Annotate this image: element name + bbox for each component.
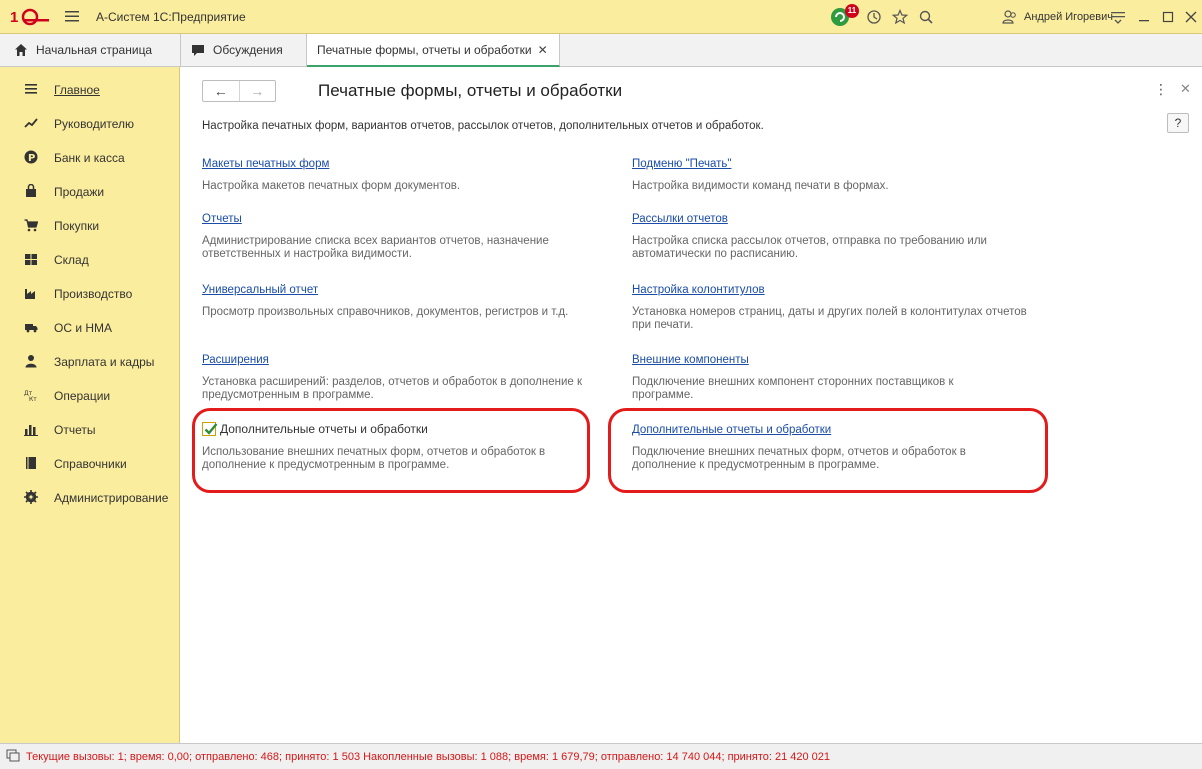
settings-menu-icon[interactable] (1110, 9, 1126, 25)
sidebar-item-warehouse[interactable]: Склад (0, 245, 180, 275)
desc-external-components: Подключение внешних компонент сторонних … (632, 376, 954, 401)
menu-icon (25, 84, 37, 94)
bag-icon (26, 184, 36, 197)
maximize-icon[interactable] (1160, 9, 1176, 25)
user-name[interactable]: Андрей Игоревич (1024, 11, 1113, 23)
home-icon (15, 44, 27, 56)
desc-reports: Администрирование списка всех вариантов … (202, 235, 549, 260)
desc-header-footer-settings: Установка номеров страниц, даты и других… (632, 306, 1027, 331)
chat-icon (192, 45, 204, 56)
page-title: Печатные формы, отчеты и обработки (318, 81, 623, 100)
performance-monitor-icon[interactable] (6, 749, 20, 763)
main-content: ← → Печатные формы, отчеты и обработки ⋮… (180, 67, 1202, 743)
sidebar-item-fixed-assets[interactable]: ОС и НМА (0, 313, 180, 343)
sidebar-item-sales[interactable]: Продажи (0, 177, 180, 207)
sidebar-item-administration[interactable]: Администрирование (0, 483, 180, 513)
tab-print-forms[interactable]: Печатные формы, отчеты и обработки ✕ (307, 34, 560, 67)
arrow-right-icon: → (250, 83, 265, 99)
sidebar-item-label: Операции (54, 389, 111, 403)
sidebar-item-label: Банк и касса (54, 151, 125, 165)
link-external-components[interactable]: Внешние компоненты (632, 354, 749, 366)
tab-discussions[interactable]: Обсуждения (181, 34, 307, 66)
sidebar-item-label: Продажи (54, 185, 105, 199)
gear-icon (24, 490, 38, 504)
sidebar-item-label: Отчеты (54, 423, 96, 437)
link-header-footer-settings[interactable]: Настройка колонтитулов (632, 284, 765, 296)
tab-home[interactable]: Начальная страница (0, 34, 181, 66)
sidebar-item-label: Покупки (54, 219, 100, 233)
user-icon[interactable] (1002, 9, 1018, 25)
favorites-star-icon[interactable] (892, 9, 908, 25)
tab-discussions-label: Обсуждения (213, 43, 283, 57)
trend-icon (24, 118, 38, 128)
tab-close-icon[interactable]: ✕ (538, 43, 548, 57)
sidebar-item-label: Главное (54, 83, 100, 97)
ruble-icon: P (24, 150, 38, 164)
sidebar-item-manager[interactable]: Руководителю (0, 109, 180, 139)
desc-print-form-templates: Настройка макетов печатных форм документ… (202, 180, 461, 192)
performance-stats: Текущие вызовы: 1; время: 0,00; отправле… (26, 751, 831, 763)
sidebar-item-label: Администрирование (54, 491, 169, 505)
link-print-submenu[interactable]: Подменю "Печать" (632, 158, 731, 170)
sidebar-item-bank[interactable]: P Банк и касса (0, 143, 180, 173)
link-reports[interactable]: Отчеты (202, 213, 242, 225)
desc-print-submenu: Настройка видимости команд печати в форм… (632, 180, 889, 192)
factory-icon (25, 289, 35, 299)
highlight-annotation-left (192, 408, 590, 493)
forward-button[interactable]: → (240, 81, 276, 101)
link-report-mailings[interactable]: Рассылки отчетов (632, 213, 728, 225)
bar-chart-icon (24, 425, 38, 436)
arrow-left-icon: ← (213, 83, 228, 99)
status-bar: Текущие вызовы: 1; время: 0,00; отправле… (0, 743, 1202, 769)
truck-icon (25, 324, 38, 333)
tab-bar: Начальная страница Обсуждения Печатные ф… (0, 34, 1202, 67)
page-description: Настройка печатных форм, вариантов отчет… (202, 120, 764, 132)
back-button[interactable]: ← (203, 81, 240, 101)
close-page-icon[interactable]: ✕ (1180, 81, 1191, 97)
cart-icon (24, 219, 38, 232)
tab-home-label: Начальная страница (36, 43, 153, 57)
sidebar-item-label: Зарплата и кадры (54, 355, 155, 369)
tab-print-forms-label: Печатные формы, отчеты и обработки (317, 42, 532, 57)
history-icon[interactable] (866, 9, 882, 25)
svg-text:1: 1 (10, 9, 18, 26)
sidebar-item-label: ОС и НМА (54, 321, 113, 335)
navigation-buttons: ← → (202, 80, 276, 102)
sidebar-item-catalogs[interactable]: Справочники (0, 449, 180, 479)
warehouse-icon (25, 254, 37, 265)
link-print-form-templates[interactable]: Макеты печатных форм (202, 158, 329, 170)
link-extensions[interactable]: Расширения (202, 354, 269, 366)
more-actions-icon[interactable]: ⋮ (1154, 81, 1168, 98)
svg-text:Кт: Кт (29, 396, 37, 402)
sidebar-item-production[interactable]: Производство (0, 279, 180, 309)
desc-extensions: Установка расширений: разделов, отчетов … (202, 376, 583, 401)
person-icon (25, 355, 37, 368)
1c-logo[interactable]: 1 (10, 8, 50, 26)
desc-universal-report: Просмотр произвольных справочников, доку… (202, 306, 569, 318)
operations-icon: ДтКт (24, 390, 37, 402)
highlight-annotation-right (608, 408, 1048, 493)
notifications-badge: 11 (845, 4, 859, 18)
book-icon (26, 457, 36, 469)
sidebar-item-label: Производство (54, 287, 133, 301)
sidebar-item-main[interactable]: Главное (0, 75, 180, 105)
sidebar: Главное Руководителю P Банк и касса Прод… (0, 67, 180, 743)
sidebar-item-label: Справочники (54, 457, 127, 471)
link-universal-report[interactable]: Универсальный отчет (202, 284, 318, 296)
svg-text:P: P (28, 153, 35, 164)
sidebar-item-operations[interactable]: Дт Кт Операции (0, 381, 180, 411)
sidebar-item-label: Руководителю (54, 117, 135, 131)
main-menu-icon[interactable] (64, 8, 80, 24)
help-button[interactable]: ? (1167, 113, 1189, 133)
sidebar-item-salary[interactable]: Зарплата и кадры (0, 347, 180, 377)
sidebar-item-label: Склад (54, 253, 89, 267)
desc-report-mailings: Настройка списка рассылок отчетов, отпра… (632, 235, 987, 260)
app-title: А-Систем 1С:Предприятие (96, 10, 246, 24)
sidebar-item-purchases[interactable]: Покупки (0, 211, 180, 241)
title-bar: 1 А-Систем 1С:Предприятие 11 Андрей Игор… (0, 0, 1202, 34)
close-window-icon[interactable] (1183, 9, 1199, 25)
search-icon[interactable] (918, 9, 934, 25)
sidebar-item-reports[interactable]: Отчеты (0, 415, 180, 445)
minimize-icon[interactable] (1136, 9, 1152, 25)
